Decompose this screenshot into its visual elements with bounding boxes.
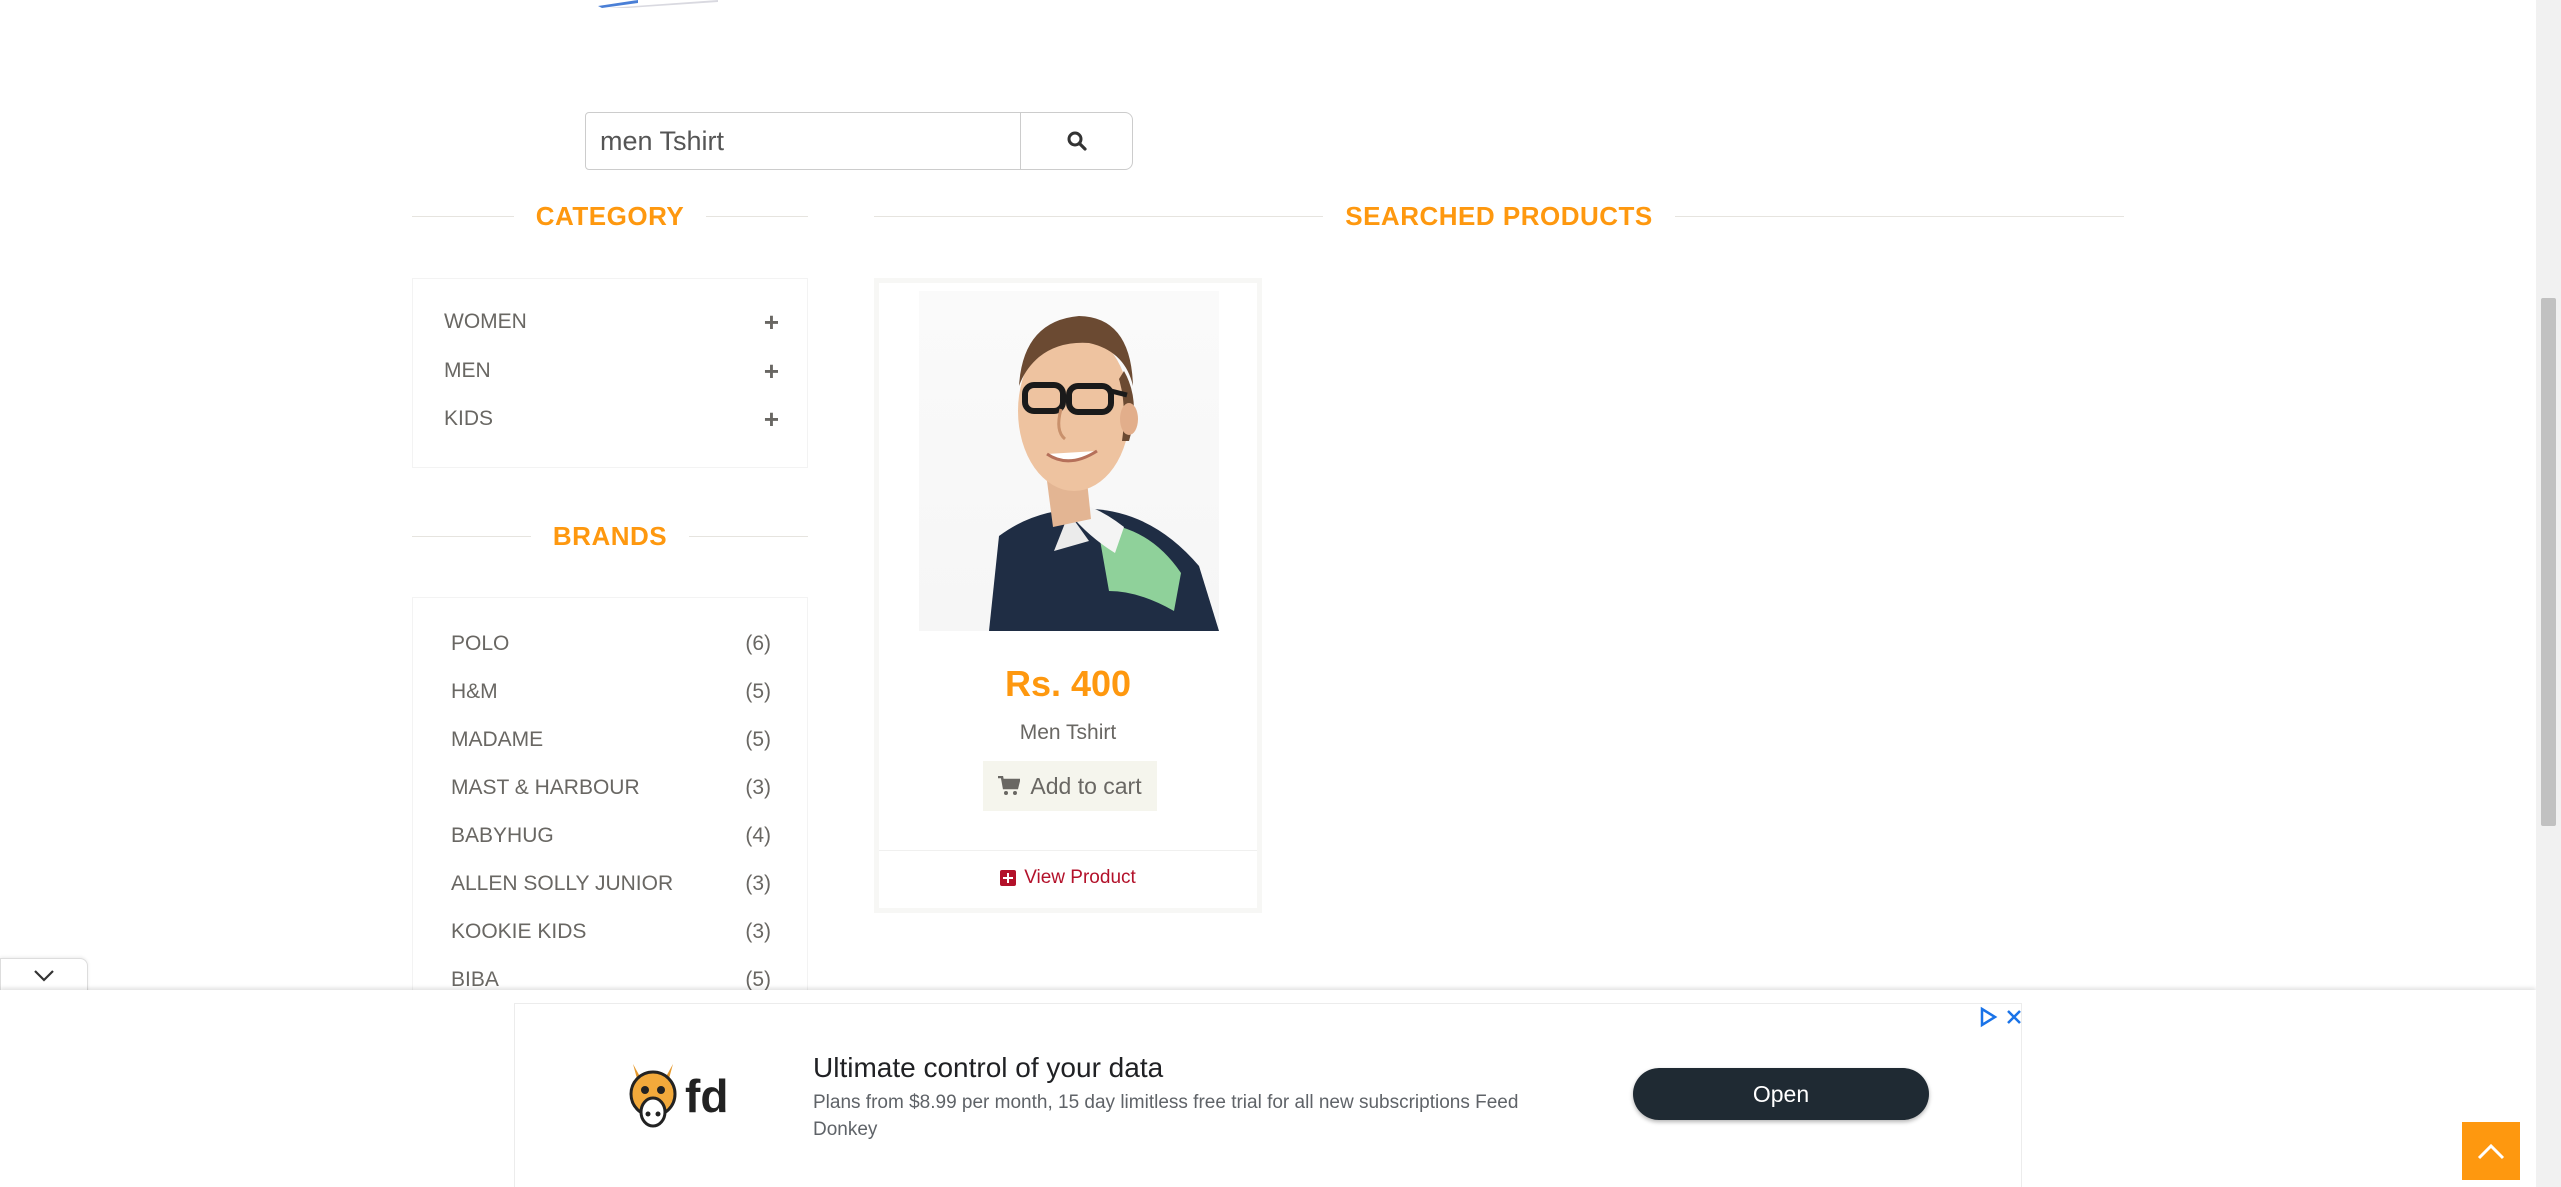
category-item-men[interactable]: MEN + xyxy=(444,356,779,386)
add-to-cart-button[interactable]: Add to cart xyxy=(983,761,1157,811)
brand-name: BIBA xyxy=(451,968,499,991)
brand-name: MADAME xyxy=(451,728,544,751)
brand-count: (3) xyxy=(745,920,771,943)
scrollbar-thumb[interactable] xyxy=(2541,298,2556,826)
brand-count: (5) xyxy=(745,968,771,991)
category-title: CATEGORY xyxy=(535,200,685,231)
search-input[interactable] xyxy=(585,112,1021,170)
brand-item-mast-harbour[interactable]: MAST & HARBOUR (3) xyxy=(451,773,771,803)
brand-item-polo[interactable]: POLO (6) xyxy=(451,629,771,659)
search-button[interactable] xyxy=(1021,112,1133,170)
category-label: WOMEN xyxy=(444,310,527,333)
searched-products-title: SEARCHED PRODUCTS xyxy=(1345,200,1653,231)
ad-headline[interactable]: Ultimate control of your data xyxy=(813,1052,1163,1084)
brand-count: (5) xyxy=(745,680,771,703)
view-product-link[interactable]: View Product xyxy=(879,867,1257,889)
ad-collapse-button[interactable] xyxy=(0,958,88,993)
plus-icon[interactable]: + xyxy=(764,358,779,384)
plus-icon[interactable]: + xyxy=(764,406,779,432)
brand-name: POLO xyxy=(451,632,510,655)
brand-name: ALLEN SOLLY JUNIOR xyxy=(451,872,674,895)
product-image[interactable] xyxy=(919,291,1219,631)
brand-count: (6) xyxy=(745,632,771,655)
donkey-logo-icon xyxy=(629,1064,677,1128)
search-bar xyxy=(585,112,1133,170)
category-heading: CATEGORY xyxy=(412,198,809,234)
close-icon[interactable] xyxy=(2003,1006,2025,1028)
brand-item-madame[interactable]: MADAME (5) xyxy=(451,725,771,755)
category-label: KIDS xyxy=(444,407,494,430)
card-divider xyxy=(879,850,1257,851)
brand-name: H&M xyxy=(451,680,498,703)
category-panel: WOMEN + MEN + KIDS + xyxy=(412,278,808,468)
ad-logo-text: fd xyxy=(685,1070,729,1122)
brand-name: KOOKIE KIDS xyxy=(451,920,587,943)
brands-heading: BRANDS xyxy=(412,518,809,554)
category-label: MEN xyxy=(444,359,491,382)
shopping-cart-icon xyxy=(998,776,1021,795)
brands-title: BRANDS xyxy=(552,520,668,551)
product-photo xyxy=(989,316,1219,631)
search-icon xyxy=(1067,131,1087,151)
brand-count: (4) xyxy=(745,824,771,847)
plus-icon[interactable]: + xyxy=(764,309,779,335)
product-name: Men Tshirt xyxy=(1019,721,1117,744)
view-product-label: View Product xyxy=(1024,867,1136,888)
site-logo-fragment xyxy=(598,0,718,8)
brand-item-allen-solly-junior[interactable]: ALLEN SOLLY JUNIOR (3) xyxy=(451,869,771,899)
brand-name: BABYHUG xyxy=(451,824,554,847)
brand-count: (3) xyxy=(745,872,771,895)
chevron-up-icon xyxy=(2477,1143,2505,1160)
product-price: Rs. 400 xyxy=(1004,663,1132,704)
ad-controls xyxy=(1977,1004,2025,1030)
chevron-down-icon xyxy=(34,970,54,982)
page-scrollbar[interactable] xyxy=(2536,0,2561,1187)
brand-item-kookie-kids[interactable]: KOOKIE KIDS (3) xyxy=(451,917,771,947)
scroll-to-top-button[interactable] xyxy=(2462,1122,2520,1180)
brands-panel: POLO (6) H&M (5) MADAME (5) MAST & HARBO… xyxy=(412,597,808,1017)
brand-count: (5) xyxy=(745,728,771,751)
brand-name: MAST & HARBOUR xyxy=(451,776,640,799)
adchoices-icon[interactable] xyxy=(1977,1006,1999,1028)
category-item-kids[interactable]: KIDS + xyxy=(444,404,779,434)
ad-body: Plans from $8.99 per month, 15 day limit… xyxy=(813,1092,1519,1140)
brand-item-babyhug[interactable]: BABYHUG (4) xyxy=(451,821,771,851)
brand-count: (3) xyxy=(745,776,771,799)
page: CATEGORY WOMEN + MEN + KIDS + BRANDS POL… xyxy=(0,0,2536,1187)
plus-square-icon xyxy=(1000,870,1017,886)
ad-logo: fd xyxy=(625,1060,740,1132)
add-to-cart-label: Add to cart xyxy=(1030,772,1142,799)
searched-products-heading: SEARCHED PRODUCTS xyxy=(874,198,2124,234)
product-card: Rs. 400 Men Tshirt Add to cart View Prod… xyxy=(874,278,1262,913)
ad-open-button[interactable]: Open xyxy=(1633,1068,1929,1120)
category-item-women[interactable]: WOMEN + xyxy=(444,307,779,337)
ad-banner[interactable]: fd Ultimate control of your data Plans f… xyxy=(514,1003,2022,1187)
brand-item-hm[interactable]: H&M (5) xyxy=(451,677,771,707)
